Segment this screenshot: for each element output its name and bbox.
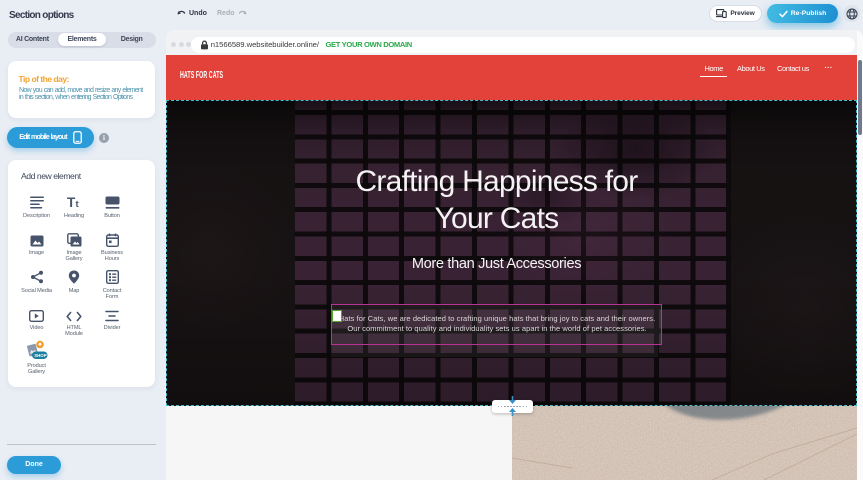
svg-text:SHOP: SHOP — [34, 353, 47, 358]
svg-text:t: t — [75, 199, 79, 209]
